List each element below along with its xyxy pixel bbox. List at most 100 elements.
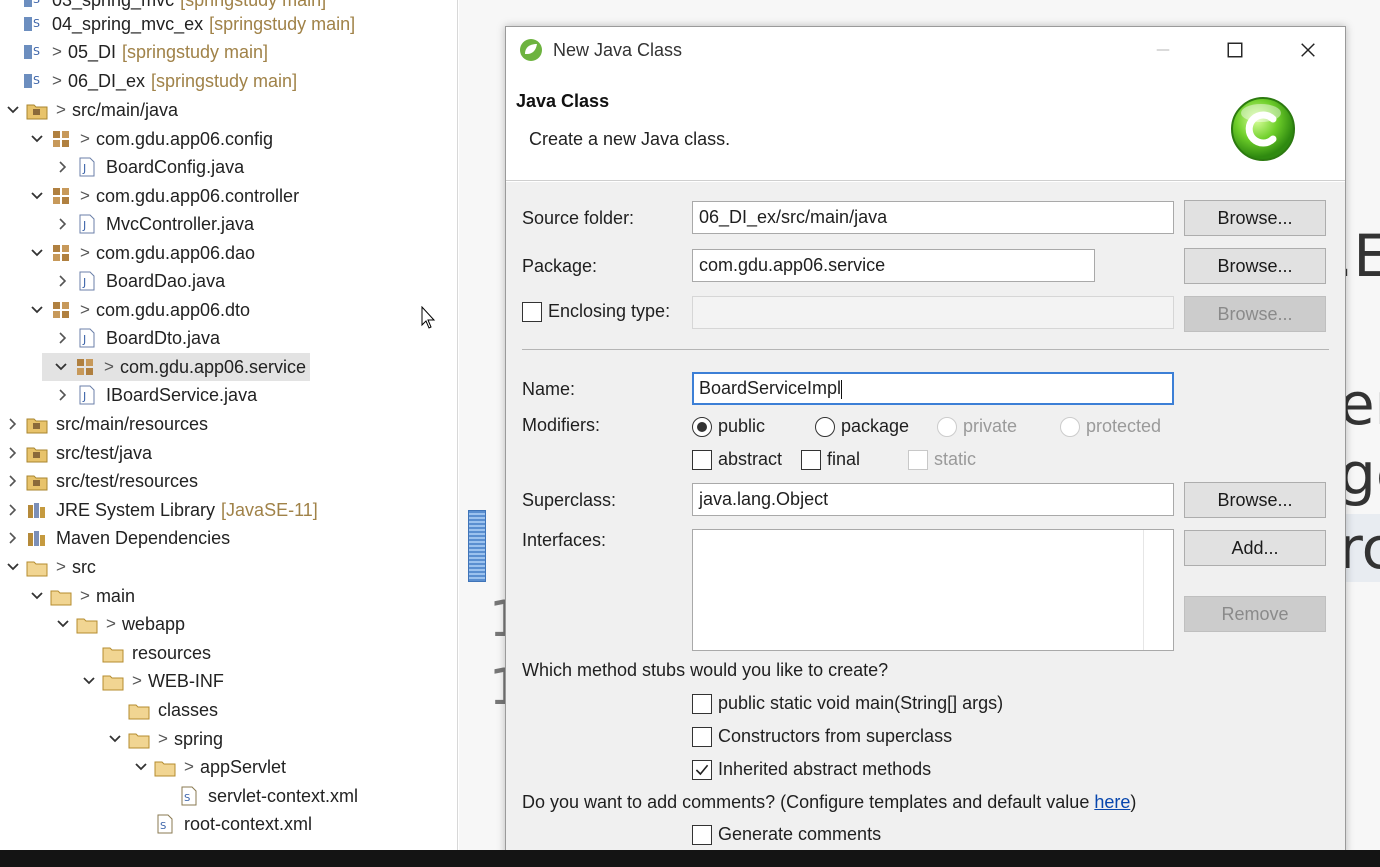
superclass-field[interactable]: java.lang.Object: [692, 483, 1174, 516]
modifier-abstract-checkbox[interactable]: abstract: [692, 449, 782, 470]
chevron-right-icon[interactable]: [4, 501, 22, 519]
configure-templates-link[interactable]: here: [1094, 792, 1130, 812]
chevron-down-icon[interactable]: [28, 244, 46, 262]
chevron-right-icon[interactable]: [54, 215, 72, 233]
tree-item[interactable]: > src/main/java: [0, 96, 178, 124]
modifier-private-radio[interactable]: private: [937, 416, 1017, 437]
tree-item[interactable]: Maven Dependencies: [0, 524, 230, 552]
tree-item[interactable]: > com.gdu.app06.service: [42, 353, 311, 381]
modifier-public-radio[interactable]: public: [692, 416, 765, 437]
package-field[interactable]: com.gdu.app06.service: [692, 249, 1095, 282]
source-folder-field[interactable]: 06_DI_ex/src/main/java: [692, 201, 1174, 234]
chevron-down-icon[interactable]: [28, 130, 46, 148]
chevron-right-icon[interactable]: [4, 472, 22, 490]
tree-item[interactable]: > src: [0, 553, 96, 581]
chevron-down-icon[interactable]: [28, 587, 46, 605]
checkbox-box[interactable]: [908, 449, 928, 470]
chevron-right-icon[interactable]: [54, 158, 72, 176]
chevron-right-icon[interactable]: [54, 329, 72, 347]
project-icon: S: [22, 70, 44, 92]
checkbox-checked-box[interactable]: [692, 759, 712, 780]
tree-item[interactable]: > webapp: [0, 610, 185, 638]
tree-item[interactable]: src/test/java: [0, 439, 152, 467]
chevron-right-icon[interactable]: [4, 529, 22, 547]
tree-item[interactable]: S >05_DI [springstudy main]: [0, 38, 268, 66]
source-folder-browse-button[interactable]: Browse...: [1184, 200, 1326, 236]
checkbox-box[interactable]: [692, 726, 712, 747]
tree-item[interactable]: S 04_spring_mvc_ex [springstudy main]: [0, 10, 355, 38]
chevron-down-icon[interactable]: [132, 758, 150, 776]
modifier-protected-radio[interactable]: protected: [1060, 416, 1161, 437]
tree-item[interactable]: J BoardDao.java: [0, 267, 225, 295]
tree-item[interactable]: J BoardDto.java: [0, 324, 220, 352]
stub-main-checkbox[interactable]: public static void main(String[] args): [692, 693, 1003, 714]
enclosing-type-field[interactable]: [692, 296, 1174, 329]
tree-item[interactable]: > com.gdu.app06.controller: [0, 182, 299, 210]
chevron-down-icon[interactable]: [28, 187, 46, 205]
enclosing-type-checkbox-box[interactable]: [522, 301, 542, 322]
checkbox-box[interactable]: [801, 449, 821, 470]
maximize-button[interactable]: [1215, 33, 1255, 67]
tree-item[interactable]: resources: [0, 639, 211, 667]
superclass-browse-button[interactable]: Browse...: [1184, 482, 1326, 518]
class-name-field[interactable]: BoardServiceImpl: [692, 372, 1174, 405]
java-file-icon: J: [76, 327, 98, 349]
tree-item[interactable]: JRE System Library [JavaSE-11]: [0, 496, 318, 524]
tree-item[interactable]: J IBoardService.java: [0, 381, 257, 409]
tree-item[interactable]: src/main/resources: [0, 410, 208, 438]
enclosing-type-browse-button[interactable]: Browse...: [1184, 296, 1326, 332]
stub-inherited-checkbox[interactable]: Inherited abstract methods: [692, 759, 931, 780]
tree-item[interactable]: J MvcController.java: [0, 210, 254, 238]
chevron-down-icon[interactable]: [52, 358, 70, 376]
modifier-package-radio[interactable]: package: [815, 416, 909, 437]
checkbox-box[interactable]: [692, 824, 712, 845]
tree-item-label: 03_spring_mvc: [52, 0, 174, 11]
package-icon: [50, 242, 72, 264]
tree-item-label: classes: [158, 699, 219, 720]
chevron-right-icon[interactable]: [4, 444, 22, 462]
stub-constructors-checkbox[interactable]: Constructors from superclass: [692, 726, 952, 747]
chevron-right-icon[interactable]: [54, 386, 72, 404]
svg-text:S: S: [33, 0, 40, 6]
git-change-marker: >: [52, 71, 62, 90]
modifier-static-checkbox[interactable]: static: [908, 449, 976, 470]
tree-item[interactable]: > com.gdu.app06.dao: [0, 239, 255, 267]
editor-overview-ruler-thumb[interactable]: [468, 510, 486, 582]
interfaces-add-button[interactable]: Add...: [1184, 530, 1326, 566]
chevron-down-icon[interactable]: [4, 101, 22, 119]
interfaces-list-scrollbar[interactable]: [1143, 530, 1173, 650]
tree-item[interactable]: > WEB-INF: [0, 667, 224, 695]
chevron-down-icon[interactable]: [54, 615, 72, 633]
close-button[interactable]: [1288, 33, 1328, 67]
git-change-marker: >: [56, 557, 66, 576]
tree-item[interactable]: Sroot-context.xml: [0, 810, 312, 838]
chevron-down-icon[interactable]: [106, 730, 124, 748]
tree-item[interactable]: S >06_DI_ex [springstudy main]: [0, 67, 297, 95]
dialog-titlebar[interactable]: New Java Class: [506, 27, 1345, 73]
tree-item[interactable]: J BoardConfig.java: [0, 153, 244, 181]
modifier-final-checkbox[interactable]: final: [801, 449, 860, 470]
generate-comments-checkbox[interactable]: Generate comments: [692, 824, 881, 845]
tree-item[interactable]: > com.gdu.app06.config: [0, 125, 273, 153]
enclosing-type-checkbox[interactable]: Enclosing type:: [522, 301, 670, 322]
tree-item-decoration: [JavaSE-11]: [221, 499, 318, 520]
checkbox-box[interactable]: [692, 449, 712, 470]
interfaces-remove-button[interactable]: Remove: [1184, 596, 1326, 632]
minimize-button[interactable]: [1143, 33, 1183, 67]
chevron-down-icon[interactable]: [28, 301, 46, 319]
chevron-down-icon[interactable]: [80, 672, 98, 690]
chevron-down-icon[interactable]: [4, 558, 22, 576]
package-browse-button[interactable]: Browse...: [1184, 248, 1326, 284]
tree-item[interactable]: src/test/resources: [0, 467, 198, 495]
tree-item[interactable]: > main: [0, 582, 135, 610]
tree-item[interactable]: Sservlet-context.xml: [0, 782, 358, 810]
tree-item[interactable]: > com.gdu.app06.dto: [0, 296, 250, 324]
tree-item[interactable]: classes: [0, 696, 218, 724]
chevron-right-icon[interactable]: [54, 272, 72, 290]
chevron-right-icon[interactable]: [4, 415, 22, 433]
tree-item[interactable]: > spring: [0, 725, 223, 753]
interfaces-list[interactable]: [692, 529, 1174, 651]
tree-item[interactable]: > appServlet: [0, 753, 286, 781]
checkbox-box[interactable]: [692, 693, 712, 714]
